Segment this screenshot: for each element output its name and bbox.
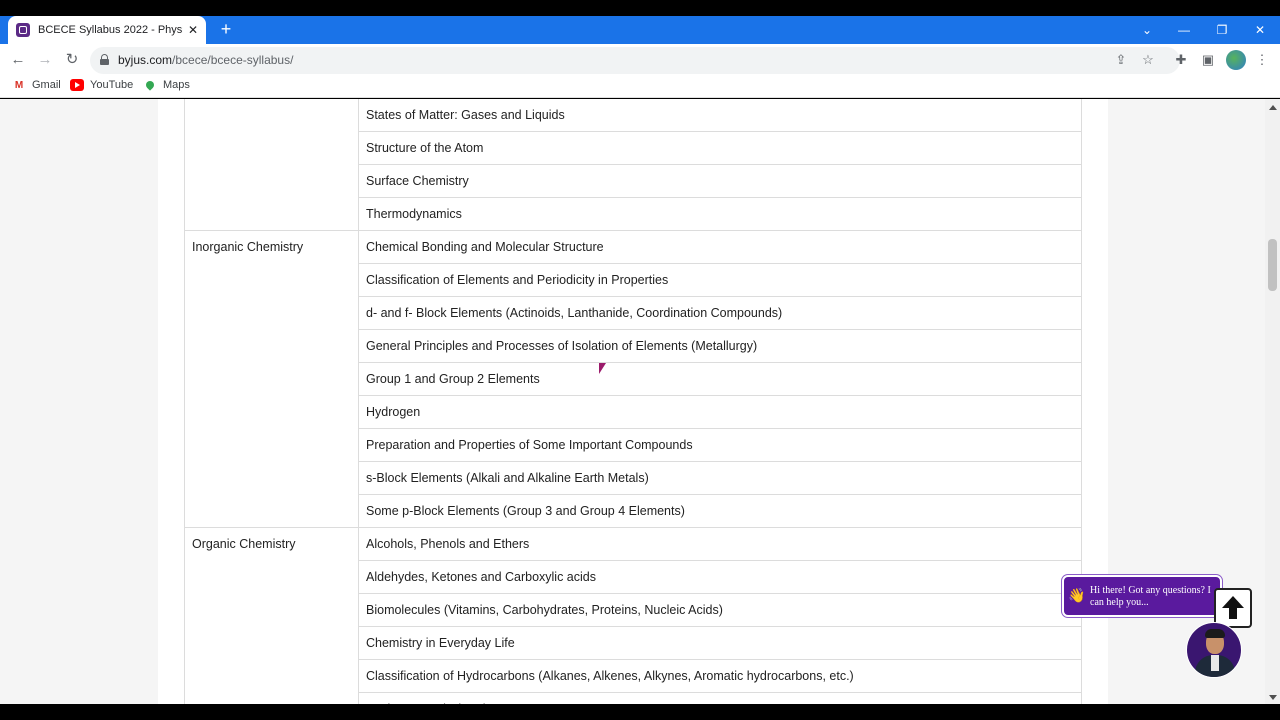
topic-cell: Aldehydes, Ketones and Carboxylic acids [358,560,1082,594]
bookmark-youtube[interactable]: YouTube [70,79,133,91]
topic-cell: Chemical Bonding and Molecular Structure [358,230,1082,264]
byjus-favicon-icon [16,23,30,37]
syllabus-table: States of Matter: Gases and Liquids Stru… [184,99,1082,704]
scroll-up-arrow-icon[interactable] [1269,105,1277,110]
minimize-icon[interactable]: — [1169,16,1199,44]
tab-title: BCECE Syllabus 2022 - Physics, Chemistry [38,24,183,36]
topic-cell: Surface Chemistry [358,164,1082,198]
maps-icon [143,79,157,91]
bookmark-maps[interactable]: Maps [143,79,190,91]
reload-icon[interactable]: ↻ [62,50,82,70]
table-row: States of Matter: Gases and Liquids [184,99,1082,231]
topic-cell: Group 1 and Group 2 Elements [358,362,1082,396]
chat-message: Hi there! Got any questions? I can help … [1090,585,1211,608]
bookmarks-bar: M Gmail YouTube Maps [0,76,1280,98]
article-content: States of Matter: Gases and Liquids Stru… [158,99,1108,704]
topic-cell: d- and f- Block Elements (Actinoids, Lan… [358,296,1082,330]
bookmark-label: Gmail [32,79,61,91]
topic-cell: States of Matter: Gases and Liquids [358,99,1082,132]
mouse-cursor-icon [599,363,606,374]
scrollbar-thumb[interactable] [1268,239,1277,291]
gmail-icon: M [14,79,24,91]
topic-cell: Preparation and Properties of Some Impor… [358,428,1082,462]
vertical-scrollbar[interactable] [1265,99,1280,704]
unit-cell: Inorganic Chemistry [184,230,359,528]
url-text[interactable]: byjus.com/bcece/bcece-syllabus/ [118,53,293,67]
topic-cell: Thermodynamics [358,197,1082,231]
table-row: Inorganic Chemistry Chemical Bonding and… [184,230,1082,528]
topic-cell: Biomolecules (Vitamins, Carbohydrates, P… [358,593,1082,627]
profile-avatar-icon[interactable] [1226,50,1246,70]
topic-cell: Chemistry in Everyday Life [358,626,1082,660]
bookmark-star-icon[interactable]: ☆ [1139,51,1157,69]
new-tab-button[interactable]: + [216,19,236,39]
topic-cell: Classification of Elements and Periodici… [358,263,1082,297]
topic-cell: Environmental Chemistry [358,692,1082,704]
side-panel-icon[interactable]: ▣ [1199,51,1217,69]
chat-agent-avatar[interactable] [1186,622,1242,678]
up-arrow-stem [1229,607,1237,619]
avatar-shirt [1211,655,1219,671]
url-host: byjus.com [118,53,173,67]
youtube-icon [70,79,84,91]
url-path: /bcece/bcece-syllabus/ [172,53,294,67]
table-row: Organic Chemistry Alcohols, Phenols and … [184,527,1082,704]
browser-toolbar: ← → ↻ byjus.com/bcece/bcece-syllabus/ ⇪ … [0,44,1280,76]
active-tab[interactable]: BCECE Syllabus 2022 - Physics, Chemistry… [8,16,206,44]
back-arrow-icon[interactable]: ← [8,50,28,70]
address-bar[interactable]: byjus.com/bcece/bcece-syllabus/ ⇪ ☆ [90,47,1180,74]
unit-cell [184,99,359,231]
unit-cell: Organic Chemistry [184,527,359,704]
menu-kebab-icon[interactable]: ⋮ [1253,51,1271,69]
tab-strip: BCECE Syllabus 2022 - Physics, Chemistry… [0,16,1280,44]
window-close-icon[interactable]: ✕ [1245,16,1275,44]
forward-arrow-icon[interactable]: → [35,50,55,70]
topic-cell: Hydrogen [358,395,1082,429]
extensions-puzzle-icon[interactable]: ✚ [1172,51,1190,69]
tab-search-icon[interactable]: ⌄ [1132,16,1162,44]
bookmark-gmail[interactable]: M Gmail [12,79,61,91]
bookmark-label: YouTube [90,79,134,91]
avatar-hair [1205,629,1225,638]
waving-hand-icon: 👋 [1068,587,1086,603]
lock-icon[interactable] [100,54,109,65]
topic-cell: Some p-Block Elements (Group 3 and Group… [358,494,1082,528]
topic-cell: s-Block Elements (Alkali and Alkaline Ea… [358,461,1082,495]
topic-cell: Structure of the Atom [358,131,1082,165]
bookmark-label: Maps [163,79,190,91]
chat-greeting-bubble[interactable]: 👋 Hi there! Got any questions? I can hel… [1062,575,1222,617]
topic-cell: Classification of Hydrocarbons (Alkanes,… [358,659,1082,693]
bottom-edge [0,704,1280,720]
share-icon[interactable]: ⇪ [1112,51,1130,69]
restore-icon[interactable]: ❐ [1207,16,1237,44]
tab-close-icon[interactable]: ✕ [188,23,198,37]
topic-cell: Alcohols, Phenols and Ethers [358,527,1082,561]
topic-cell: General Principles and Processes of Isol… [358,329,1082,363]
scroll-down-arrow-icon[interactable] [1269,695,1277,700]
browser-window: BCECE Syllabus 2022 - Physics, Chemistry… [0,0,1280,720]
